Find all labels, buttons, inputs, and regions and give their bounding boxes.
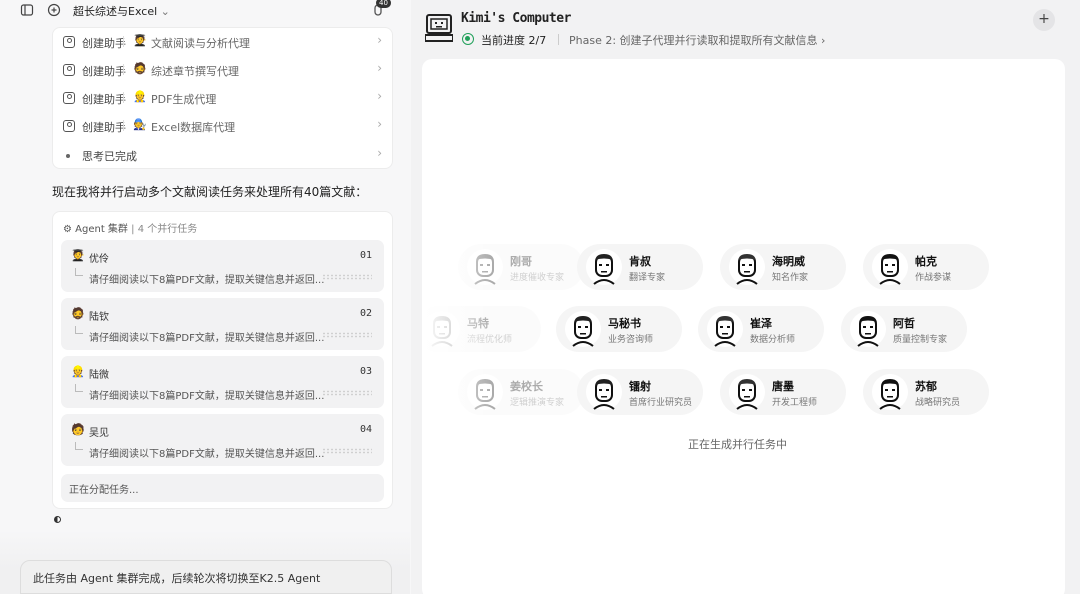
agent-chip[interactable]: 唐墨 开发工程师 — [720, 369, 846, 415]
agent-role: 逻辑推演专家 — [510, 398, 565, 408]
agent-avatar-icon: 🧑 — [71, 423, 85, 436]
agent-chip[interactable]: 苏郁 战略研究员 — [863, 369, 989, 415]
chevron-right-icon: › — [377, 146, 382, 160]
agent-name: 海明威 — [772, 255, 805, 268]
computer-title: Kimi's Computer — [461, 11, 571, 26]
agent-avatar-icon: 🧔 — [71, 307, 85, 320]
agent-avatar-icon: 👷 — [71, 365, 85, 378]
agent-chip[interactable]: 镭射 首席行业研究员 — [577, 369, 703, 415]
agent-avatar-icon — [707, 311, 743, 347]
chevron-right-icon: › — [377, 89, 382, 103]
chat-topbar: 超长综述与Excel ⌄ 40 — [0, 0, 410, 22]
assigning-status: 正在分配任务... — [61, 474, 384, 502]
agent-avatar-icon — [586, 249, 622, 285]
agent-group-card: ⚙ Agent 集群 | 4 个并行任务 🧑‍🎓 优伶 01 请仔细阅读以下8篇… — [52, 211, 393, 509]
agent-role: 翻译专家 — [629, 273, 666, 283]
agent-name: 崔泽 — [750, 317, 772, 330]
robot-icon: ⚙ — [63, 224, 72, 235]
agent-task[interactable]: 🧑‍🎓 优伶 01 请仔细阅读以下8篇PDF文献，提取关键信息并返回... — [61, 240, 384, 292]
agent-avatar-icon — [586, 374, 622, 410]
assistant-icon — [63, 120, 75, 132]
phase-link[interactable]: Phase 2: 创建子代理并行读取和提取所有文献信息 › — [569, 32, 825, 48]
step-row[interactable]: 创建助手 🧑‍🔧 Excel数据库代理 › — [53, 113, 394, 141]
agent-chip[interactable]: 阿哲 质量控制专家 — [841, 306, 967, 352]
agent-role: 进度催收专家 — [510, 273, 565, 283]
assistant-message: 现在我将并行启动多个文献阅读任务来处理所有40篇文献： — [52, 185, 368, 199]
thinking-row[interactable]: 思考已完成 › — [53, 142, 394, 170]
assistant-icon — [63, 36, 75, 48]
chat-panel: 超长综述与Excel ⌄ 40 创建助手 🧑‍🎓 文献阅读与分析代理 › 创建助… — [0, 0, 410, 594]
agent-avatar-icon: 🧔 — [133, 62, 147, 75]
computer-icon — [425, 14, 453, 42]
agent-avatar-icon: 🧑‍🎓 — [133, 34, 147, 47]
agent-chip[interactable]: 肯叔 翻译专家 — [577, 244, 703, 290]
bullet-icon — [66, 154, 70, 158]
progress-text: 当前进度 2/7 — [481, 34, 547, 47]
agent-name: 阿哲 — [893, 317, 915, 330]
agent-task[interactable]: 🧔 陆钦 02 请仔细阅读以下8篇PDF文献，提取关键信息并返回... — [61, 298, 384, 350]
chat-title[interactable]: 超长综述与Excel ⌄ — [73, 3, 170, 19]
agent-name: 唐墨 — [772, 380, 794, 393]
step-row[interactable]: 创建助手 🧑‍🎓 文献阅读与分析代理 › — [53, 29, 394, 57]
add-icon[interactable]: + — [1033, 9, 1055, 31]
agent-chip[interactable]: 马秘书 业务咨询师 — [556, 306, 682, 352]
assistant-icon — [63, 92, 75, 104]
loading-dots — [322, 390, 372, 396]
agent-avatar-icon — [729, 374, 765, 410]
agent-name: 肯叔 — [629, 255, 651, 268]
agent-avatar-icon: 👷 — [133, 90, 147, 103]
assistant-icon — [63, 64, 75, 76]
agent-avatar-icon: 🧑‍🔧 — [133, 118, 147, 131]
loading-dots — [322, 332, 372, 338]
attachment-count-badge: 40 — [376, 0, 391, 8]
agent-name: 苏郁 — [915, 380, 937, 393]
chevron-right-icon: › — [377, 33, 382, 47]
agent-avatar-icon — [565, 311, 601, 347]
agent-canvas: 正在生成并行任务中 刚哥进度催收专家肯叔翻译专家海明威知名作家帕克作战参谋马特流… — [422, 59, 1065, 594]
chevron-right-icon: › — [377, 117, 382, 131]
agent-role: 首席行业研究员 — [629, 398, 693, 408]
chevron-right-icon: › — [377, 61, 382, 75]
new-chat-icon[interactable] — [47, 3, 61, 17]
step-row[interactable]: 创建助手 🧔 综述章节撰写代理 › — [53, 57, 394, 85]
agent-chip[interactable]: 崔泽 数据分析师 — [698, 306, 824, 352]
chevron-down-icon: ⌄ — [160, 5, 170, 18]
agent-name: 镭射 — [629, 380, 651, 393]
agent-role: 作战参谋 — [915, 273, 952, 283]
computer-panel: Kimi's Computer 当前进度 2/7 Phase 2: 创建子代理并… — [411, 0, 1080, 594]
generating-status: 正在生成并行任务中 — [688, 438, 787, 451]
sidebar-toggle-icon[interactable] — [20, 3, 34, 17]
agent-task[interactable]: 🧑 吴见 04 请仔细阅读以下8篇PDF文献，提取关键信息并返回... — [61, 414, 384, 466]
agent-role: 质量控制专家 — [893, 335, 948, 345]
agent-task[interactable]: 👷 陆微 03 请仔细阅读以下8篇PDF文献，提取关键信息并返回... — [61, 356, 384, 408]
agent-role: 业务咨询师 — [608, 335, 654, 345]
agent-group-header: ⚙ Agent 集群 | 4 个并行任务 — [63, 224, 198, 235]
agent-avatar-icon — [850, 311, 886, 347]
agent-role: 开发工程师 — [772, 398, 818, 408]
agent-avatar-icon — [872, 374, 908, 410]
loading-dots — [322, 274, 372, 280]
agent-avatar-icon — [729, 249, 765, 285]
agent-name: 刚哥 — [510, 255, 532, 268]
agent-chip[interactable]: 海明威 知名作家 — [720, 244, 846, 290]
agent-role: 战略研究员 — [915, 398, 961, 408]
agent-name: 马秘书 — [608, 317, 641, 330]
agent-name: 帕克 — [915, 255, 937, 268]
agent-name: 姜校长 — [510, 380, 543, 393]
footer-notice: 此任务由 Agent 集群完成，后续轮次将切换至K2.5 Agent — [20, 560, 392, 594]
agent-avatar-icon: 🧑‍🎓 — [71, 249, 85, 262]
loading-dots — [322, 448, 372, 454]
agent-role: 知名作家 — [772, 273, 809, 283]
loading-spinner-icon — [54, 516, 61, 523]
status-dot-icon — [462, 33, 474, 45]
step-row[interactable]: 创建助手 👷 PDF生成代理 › — [53, 85, 394, 113]
agent-avatar-icon — [872, 249, 908, 285]
steps-card: 创建助手 🧑‍🎓 文献阅读与分析代理 › 创建助手 🧔 综述章节撰写代理 › 创… — [52, 27, 393, 169]
agent-chip[interactable]: 帕克 作战参谋 — [863, 244, 989, 290]
agent-role: 数据分析师 — [750, 335, 796, 345]
